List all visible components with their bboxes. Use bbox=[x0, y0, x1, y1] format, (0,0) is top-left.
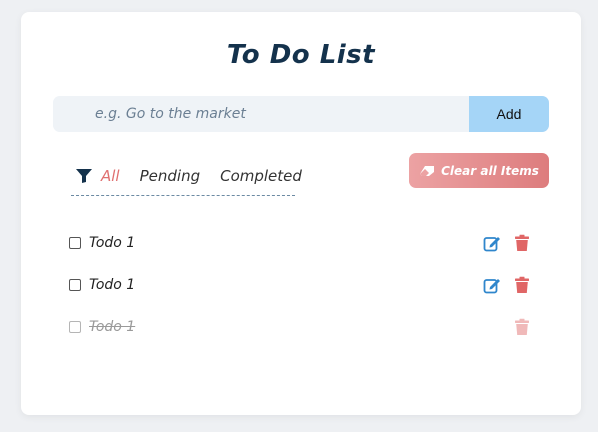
filter-bar: All Pending Completed bbox=[71, 156, 302, 196]
todo-label: Todo 1 bbox=[89, 277, 136, 293]
delete-icon[interactable] bbox=[513, 234, 531, 252]
edit-icon[interactable] bbox=[483, 276, 501, 294]
todo-label: Todo 1 bbox=[89, 235, 136, 251]
todo-checkbox[interactable] bbox=[69, 279, 81, 291]
filter-tab-completed[interactable]: Completed bbox=[220, 167, 302, 185]
todo-item: Todo 1 bbox=[69, 222, 531, 264]
todo-card: To Do List Add All Pending Completed Cle… bbox=[21, 12, 581, 415]
eraser-icon bbox=[419, 165, 435, 177]
todo-list: Todo 1 Todo 1 Todo 1 bbox=[69, 222, 531, 348]
filter-icon bbox=[75, 168, 93, 184]
todo-actions bbox=[501, 318, 531, 336]
delete-icon[interactable] bbox=[513, 318, 531, 336]
todo-checkbox[interactable] bbox=[69, 237, 81, 249]
todo-actions bbox=[471, 234, 531, 252]
filter-tab-pending[interactable]: Pending bbox=[140, 167, 201, 185]
add-task-row: Add bbox=[53, 96, 549, 132]
clear-all-button[interactable]: Clear all Items bbox=[409, 153, 549, 188]
page-title: To Do List bbox=[226, 40, 376, 70]
clear-all-label: Clear all Items bbox=[441, 163, 539, 178]
delete-icon[interactable] bbox=[513, 276, 531, 294]
task-input[interactable] bbox=[53, 96, 469, 132]
todo-actions bbox=[471, 276, 531, 294]
todo-label: Todo 1 bbox=[89, 319, 136, 335]
edit-icon[interactable] bbox=[483, 234, 501, 252]
filter-tab-all[interactable]: All bbox=[101, 167, 120, 185]
todo-item-completed: Todo 1 bbox=[69, 306, 531, 348]
todo-checkbox[interactable] bbox=[69, 321, 81, 333]
add-button[interactable]: Add bbox=[469, 96, 549, 132]
todo-item: Todo 1 bbox=[69, 264, 531, 306]
